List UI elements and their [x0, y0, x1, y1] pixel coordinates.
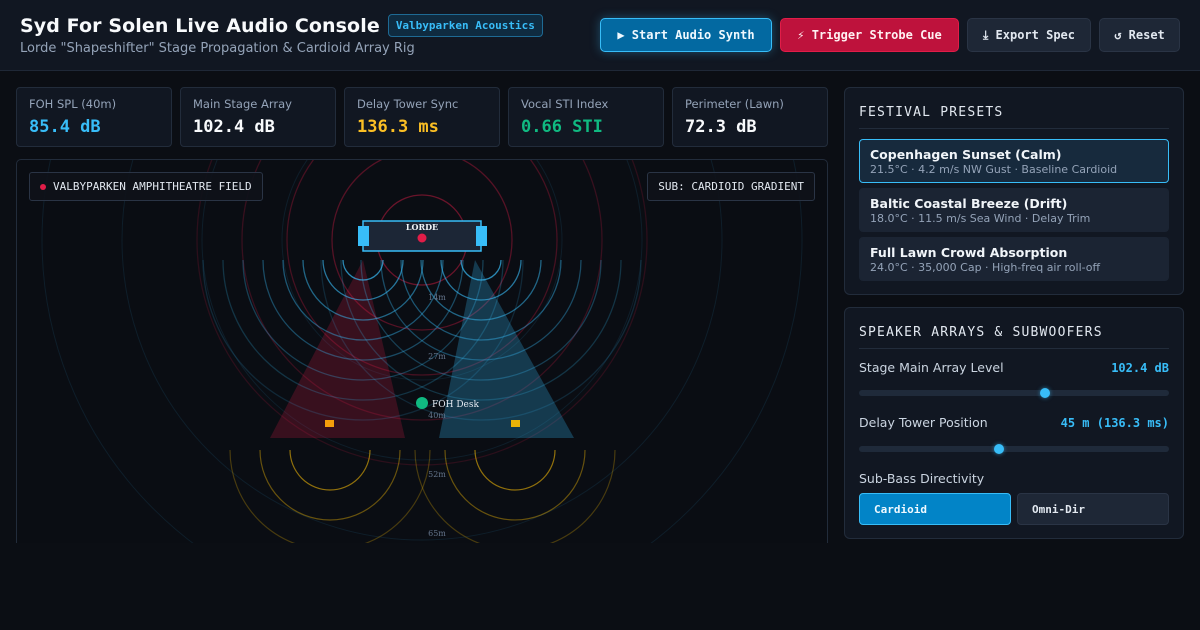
- preset-meta: 18.0°C · 11.5 m/s Sea Wind · Delay Trim: [870, 212, 1091, 225]
- cardioid-red-rings: [196, 160, 648, 466]
- metric-value: 0.66 STI: [521, 117, 603, 137]
- metric-card-vocal-sti: Vocal STI Index 0.66 STI: [508, 87, 664, 147]
- preset-name: Baltic Coastal Breeze (Drift): [870, 196, 1068, 211]
- metric-label: Vocal STI Index: [521, 97, 609, 111]
- metric-value: 72.3 dB: [685, 117, 757, 137]
- left-main-array[interactable]: [358, 226, 369, 246]
- stage-label: LORDE: [406, 222, 438, 232]
- title-row: Syd For Solen Live Audio Console Valbypa…: [20, 14, 543, 37]
- metric-card-main-array: Main Stage Array 102.4 dB: [180, 87, 336, 147]
- delay-position-value: 45 m (136.3 ms): [1060, 416, 1169, 430]
- arrays-title: SPEAKER ARRAYS & SUBWOOFERS: [859, 308, 1169, 349]
- metric-label: FOH SPL (40m): [29, 97, 117, 111]
- distance-label: 27m: [428, 352, 446, 361]
- venue-badge: Valbyparken Acoustics: [387, 14, 543, 37]
- metric-card-perimeter: Perimeter (Lawn) 72.3 dB: [672, 87, 828, 147]
- propagation-canvas[interactable]: 14m 27m 40m 52m 65m LORDE FOH Desk: [17, 160, 828, 549]
- main-level-slider[interactable]: [859, 388, 1169, 398]
- page-footer-space: [0, 543, 840, 630]
- live-dot-icon: [40, 183, 46, 190]
- distance-label: 65m: [428, 529, 446, 538]
- app-title: Syd For Solen Live Audio Console: [20, 14, 380, 37]
- sub-directivity-row: Sub-Bass Directivity: [859, 471, 1169, 486]
- export-spec-button[interactable]: ⤓ Export Spec: [967, 18, 1091, 52]
- sub-mode-chip: SUB: CARDIOID GRADIENT: [647, 172, 815, 201]
- preset-name: Copenhagen Sunset (Calm): [870, 147, 1062, 162]
- venue-label: VALBYPARKEN AMPHITHEATRE FIELD: [53, 180, 252, 193]
- festival-presets-panel: FESTIVAL PRESETS Copenhagen Sunset (Calm…: [844, 87, 1184, 295]
- delay-position-slider[interactable]: [859, 444, 1169, 454]
- app-header: Syd For Solen Live Audio Console Valbypa…: [0, 0, 1200, 71]
- speaker-arrays-panel: SPEAKER ARRAYS & SUBWOOFERS Stage Main A…: [844, 307, 1184, 539]
- delay-position-label: Delay Tower Position: [859, 415, 988, 430]
- omni-dir-toggle-button[interactable]: Omni-Dir: [1017, 493, 1169, 525]
- metric-label: Delay Tower Sync: [357, 97, 459, 111]
- right-main-array[interactable]: [476, 226, 487, 246]
- propagation-map[interactable]: 14m 27m 40m 52m 65m LORDE FOH Desk VALBY…: [16, 159, 828, 549]
- reset-button[interactable]: ↺ Reset: [1099, 18, 1180, 52]
- presets-title: FESTIVAL PRESETS: [859, 88, 1169, 129]
- metric-value: 85.4 dB: [29, 117, 101, 137]
- delay-position-row: Delay Tower Position 45 m (136.3 ms): [859, 415, 1169, 430]
- delay-position-slider-thumb[interactable]: [994, 444, 1004, 454]
- main-level-value: 102.4 dB: [1111, 361, 1169, 375]
- performer-marker: [417, 233, 427, 243]
- app-subtitle: Lorde "Shapeshifter" Stage Propagation &…: [20, 41, 415, 56]
- preset-name: Full Lawn Crowd Absorption: [870, 245, 1068, 260]
- distance-label: 40m: [428, 411, 446, 420]
- delay-tower-right[interactable]: [511, 420, 520, 427]
- main-level-slider-thumb[interactable]: [1040, 388, 1050, 398]
- preset-meta: 24.0°C · 35,000 Cap · High-freq air roll…: [870, 261, 1101, 274]
- foh-desk-label: FOH Desk: [432, 400, 479, 410]
- cardioid-toggle-button[interactable]: Cardioid: [859, 493, 1011, 525]
- metric-card-delay-tower: Delay Tower Sync 136.3 ms: [344, 87, 500, 147]
- preset-copenhagen-sunset[interactable]: Copenhagen Sunset (Calm) 21.5°C · 4.2 m/…: [859, 139, 1169, 183]
- metric-value: 102.4 dB: [193, 117, 275, 137]
- distance-label: 14m: [428, 293, 446, 302]
- metric-card-foh-spl: FOH SPL (40m) 85.4 dB: [16, 87, 172, 147]
- metric-label: Main Stage Array: [193, 97, 292, 111]
- delay-tower-left[interactable]: [325, 420, 334, 427]
- preset-baltic-breeze[interactable]: Baltic Coastal Breeze (Drift) 18.0°C · 1…: [859, 188, 1169, 232]
- start-audio-synth-button[interactable]: ▶ Start Audio Synth: [600, 18, 772, 52]
- sub-mode-label: SUB: CARDIOID GRADIENT: [658, 180, 804, 193]
- main-level-label: Stage Main Array Level: [859, 360, 1004, 375]
- preset-meta: 21.5°C · 4.2 m/s NW Gust · Baseline Card…: [870, 163, 1118, 176]
- foh-desk-marker[interactable]: [416, 397, 428, 409]
- metric-label: Perimeter (Lawn): [685, 97, 784, 111]
- main-level-row: Stage Main Array Level 102.4 dB: [859, 360, 1169, 375]
- sub-directivity-label: Sub-Bass Directivity: [859, 471, 985, 486]
- trigger-strobe-cue-button[interactable]: ⚡ Trigger Strobe Cue: [780, 18, 959, 52]
- distance-label: 52m: [428, 470, 446, 479]
- preset-crowd-absorption[interactable]: Full Lawn Crowd Absorption 24.0°C · 35,0…: [859, 237, 1169, 281]
- venue-chip: VALBYPARKEN AMPHITHEATRE FIELD: [29, 172, 263, 201]
- metric-value: 136.3 ms: [357, 117, 439, 137]
